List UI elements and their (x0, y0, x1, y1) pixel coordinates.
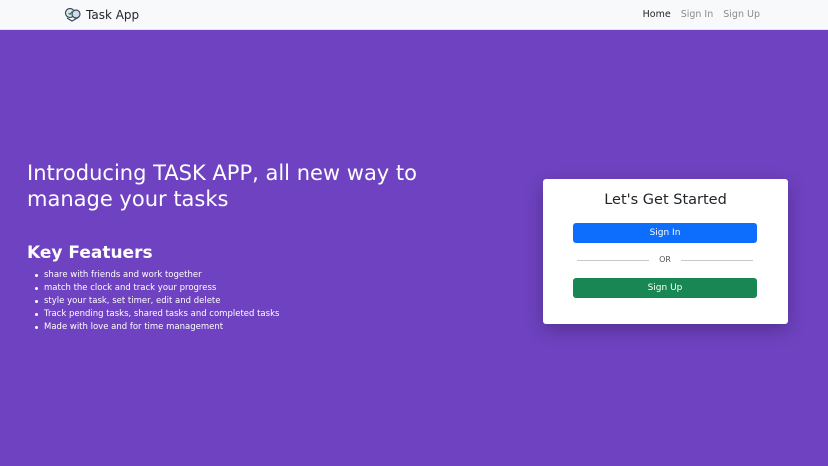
nav-home-link[interactable]: Home (643, 9, 671, 20)
feature-item: share with friends and work together (34, 269, 279, 282)
nav-signin-link[interactable]: Sign In (681, 9, 714, 20)
signup-button[interactable]: Sign Up (573, 278, 757, 298)
card-title: Let's Get Started (604, 192, 727, 208)
signin-button[interactable]: Sign In (573, 223, 757, 243)
nav-links: Home Sign In Sign Up (643, 9, 760, 20)
feature-item: Track pending tasks, shared tasks and co… (34, 309, 280, 319)
navbar: Task App Home Sign In Sign Up (0, 0, 828, 30)
features-list: share with friends and work together mat… (34, 269, 280, 334)
get-started-card: Let's Get Started Sign In OR Sign Up (543, 179, 788, 324)
feature-item: match the clock and track your progress (34, 282, 279, 295)
task-app-logo-icon (64, 6, 82, 24)
nav-signup-link[interactable]: Sign Up (723, 9, 760, 20)
brand-name: Task App (86, 8, 140, 22)
feature-item: Made with love and for time management (34, 321, 279, 334)
feature-item: style your task, set timer, edit and del… (34, 295, 279, 308)
features-title: Key Featuers (27, 243, 153, 263)
divider-line-right (681, 260, 753, 261)
or-divider: OR (577, 255, 753, 267)
brand-link[interactable]: Task App (64, 6, 139, 24)
hero-title: Introducing TASK APP, all new way to man… (27, 161, 417, 211)
